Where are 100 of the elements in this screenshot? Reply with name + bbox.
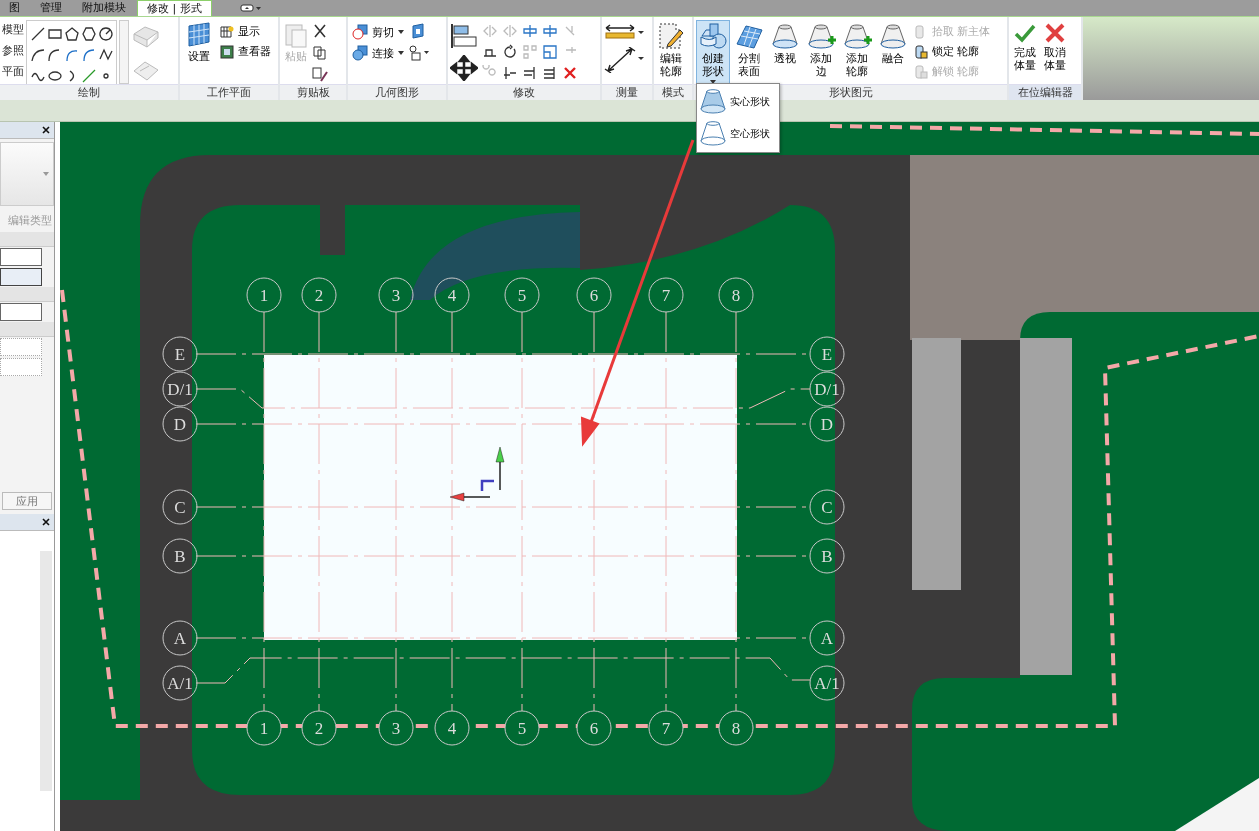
form-tool-button[interactable]: 透视 (768, 20, 802, 67)
grid-bubble[interactable]: 6 (576, 277, 612, 313)
create-form-button[interactable]: 创建形状 (696, 20, 730, 84)
quick-access-dropdown-icon[interactable] (239, 3, 262, 13)
caret-icon[interactable] (398, 51, 404, 55)
dimension-icon[interactable] (604, 47, 644, 73)
draw-mode-label[interactable]: 模型 (2, 23, 24, 37)
grid-bubble[interactable]: 6 (576, 710, 612, 746)
polygon-icon[interactable] (63, 25, 80, 42)
grid-bubble[interactable]: E (809, 336, 845, 372)
grid-bubble[interactable]: D/1 (809, 371, 845, 407)
rotate-icon[interactable] (502, 43, 518, 60)
property-edit-button[interactable] (0, 268, 42, 286)
finish-mass-button[interactable]: 完成体量 (1011, 20, 1040, 74)
grid-bubble[interactable]: 8 (718, 277, 754, 313)
property-field[interactable] (0, 303, 42, 321)
split-icon[interactable] (542, 22, 558, 39)
spline-icon[interactable] (97, 46, 114, 63)
work-plane-grid-icon (185, 22, 213, 48)
grid-bubble[interactable]: 3 (378, 710, 414, 746)
coordinate-axes-icon (449, 446, 505, 502)
draw-mode-label[interactable]: 参照 (2, 44, 24, 58)
form-tool-button[interactable]: 添加边 (804, 20, 838, 80)
create-form-icon (698, 22, 728, 50)
gallery-scrollbar[interactable] (119, 20, 129, 84)
pick-lines-icon[interactable] (80, 67, 97, 84)
grid-bubble[interactable]: E (162, 336, 198, 372)
grid-bubble[interactable]: C (162, 489, 198, 525)
grid-bubble[interactable]: A/1 (809, 665, 845, 701)
split-icon[interactable] (522, 22, 538, 39)
draw-mode-label[interactable]: 平面 (2, 65, 24, 79)
profile-tool-button[interactable]: 锁定 轮廓 (912, 43, 993, 60)
grid-bubble[interactable]: A/1 (162, 665, 198, 701)
cut-geometry-button[interactable]: 剪切 (350, 23, 406, 41)
line-icon[interactable] (29, 25, 46, 42)
solid-form-icon (699, 89, 727, 115)
grid-bubble[interactable]: D (162, 406, 198, 442)
ribbon-tab[interactable]: 图 (0, 0, 29, 16)
grid-bubble[interactable]: A (162, 620, 198, 656)
apply-button[interactable]: 应用 (2, 492, 52, 510)
divided-surface-icon (734, 22, 764, 50)
grid-bubble[interactable]: 5 (504, 710, 540, 746)
grid-bubble[interactable]: 1 (246, 710, 282, 746)
grid-bubble[interactable]: 8 (718, 710, 754, 746)
caret-icon[interactable] (398, 30, 404, 34)
form-tool-button[interactable]: 融合 (876, 20, 910, 67)
grid-bubble[interactable]: 2 (301, 710, 337, 746)
grid-bubble[interactable]: C (809, 489, 845, 525)
grid-bubble[interactable]: D/1 (162, 371, 198, 407)
grid-icon (220, 24, 234, 39)
form-tool-button[interactable]: 分割表面 (732, 20, 766, 80)
measure-distance-icon[interactable] (604, 23, 644, 41)
match-properties-icon[interactable] (312, 67, 328, 83)
checkmark-icon (1014, 22, 1037, 44)
cut-icon[interactable] (312, 23, 328, 39)
edit-profile-button[interactable]: 编辑轮廓 (656, 20, 686, 80)
add-edge-icon (806, 22, 836, 50)
clipboard-icon (285, 22, 307, 48)
split-face-icon[interactable] (408, 45, 430, 61)
move-icon[interactable] (450, 55, 478, 81)
scale-icon[interactable] (542, 43, 558, 60)
ribbon-tab[interactable]: 附加模块 (73, 0, 135, 16)
property-field[interactable] (0, 338, 42, 356)
close-icon[interactable] (42, 518, 50, 526)
property-field[interactable] (0, 358, 42, 376)
viewer-button[interactable]: 查看器 (218, 43, 273, 60)
ribbon-tab[interactable]: 管理 (31, 0, 71, 16)
arc-icon[interactable] (29, 46, 46, 63)
ribbon-tab[interactable]: 修改 | 形式 (137, 0, 212, 16)
grid-bubble[interactable]: B (809, 538, 845, 574)
grid-bubble[interactable]: B (162, 538, 198, 574)
wall-opening-icon[interactable] (411, 23, 427, 39)
lock-profile-icon (914, 44, 928, 59)
grid-bubble[interactable]: 7 (648, 710, 684, 746)
close-icon[interactable] (42, 126, 50, 134)
copy-icon[interactable] (312, 45, 328, 61)
trim-icon[interactable] (522, 64, 538, 81)
cancel-mass-button[interactable]: 取消体量 (1041, 20, 1070, 74)
grid-bubble[interactable]: 4 (434, 710, 470, 746)
grid-bubble[interactable]: 4 (434, 277, 470, 313)
grid-bubble[interactable]: 1 (246, 277, 282, 313)
polygon-icon[interactable] (80, 25, 97, 42)
form-tool-button[interactable]: 添加轮廓 (840, 20, 874, 80)
grid-bubble[interactable]: 7 (648, 277, 684, 313)
grid-bubble[interactable]: 3 (378, 277, 414, 313)
set-work-plane-button[interactable]: 设置 (182, 20, 216, 65)
property-field[interactable] (0, 248, 42, 266)
panel-title: 几何图形 (348, 84, 446, 100)
align-icon[interactable] (450, 23, 478, 49)
grid-bubble[interactable]: 2 (301, 277, 337, 313)
panel-title: 在位编辑器 (1009, 84, 1081, 100)
delete-icon[interactable] (562, 64, 578, 81)
panel-title: 测量 (602, 84, 652, 100)
trim-icon[interactable] (502, 64, 518, 81)
grid-bubble[interactable]: D (809, 406, 845, 442)
grid-bubble[interactable]: A (809, 620, 845, 656)
show-work-plane-button[interactable]: 显示 (218, 23, 273, 40)
grid-bubble[interactable]: 5 (504, 277, 540, 313)
trim-icon[interactable] (542, 64, 558, 81)
join-geometry-button[interactable]: 连接 (350, 44, 406, 62)
